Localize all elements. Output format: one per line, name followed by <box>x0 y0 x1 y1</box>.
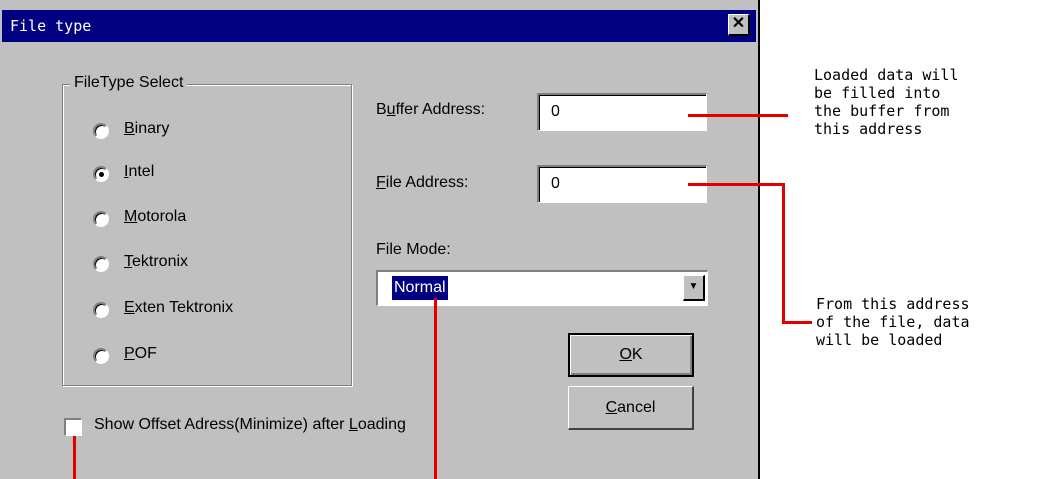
radio-label: POF <box>124 345 157 362</box>
show-offset-label: Show Offset Adress(Minimize) after Loadi… <box>94 416 406 433</box>
radio-label: Exten Tektronix <box>124 299 234 316</box>
chevron-down-icon[interactable]: ▼ <box>683 275 705 301</box>
annotation-line-mode <box>434 298 437 479</box>
file-type-dialog: File type ✕ FileType Select Binary Intel M… <box>0 0 760 479</box>
radio-label: Motorola <box>124 208 187 225</box>
file-mode-label: File Mode: <box>376 241 451 258</box>
annotation-buffer-text: Loaded data will be filled into the buff… <box>814 66 959 138</box>
annotation-line-file-h2 <box>782 321 812 324</box>
filetype-group-legend: FileType Select <box>70 74 188 92</box>
radio-button[interactable] <box>93 211 109 227</box>
close-button[interactable]: ✕ <box>728 14 750 36</box>
show-offset-checkbox[interactable] <box>64 418 82 436</box>
file-mode-select[interactable]: Normal ▼ <box>376 270 708 306</box>
radio-button[interactable] <box>93 302 109 318</box>
close-icon: ✕ <box>731 15 746 32</box>
ok-button[interactable]: OK <box>568 333 694 377</box>
radio-label: Binary <box>124 120 170 137</box>
annotation-line-checkbox <box>73 436 76 479</box>
file-address-label: File Address: <box>376 174 469 191</box>
buffer-address-label: Buffer Address: <box>376 101 486 118</box>
radio-button[interactable] <box>93 123 109 139</box>
file-mode-value: Normal <box>392 276 448 300</box>
file-address-input[interactable]: 0 <box>537 165 707 203</box>
radio-button[interactable] <box>93 166 109 182</box>
annotation-line-file-v <box>782 183 785 323</box>
radio-dot <box>99 172 104 177</box>
dialog-title: File type <box>10 17 92 35</box>
radio-button[interactable] <box>93 348 109 364</box>
annotation-line-buffer <box>688 114 788 117</box>
cancel-button[interactable]: Cancel <box>568 386 694 430</box>
title-bar <box>2 10 756 42</box>
buffer-address-input[interactable]: 0 <box>537 93 707 131</box>
radio-label: Tektronix <box>124 253 189 270</box>
radio-button[interactable] <box>93 256 109 272</box>
radio-label: Intel <box>124 163 155 180</box>
annotation-file-text: From this address of the file, data will… <box>816 295 970 349</box>
annotation-line-file-h1 <box>688 183 784 186</box>
